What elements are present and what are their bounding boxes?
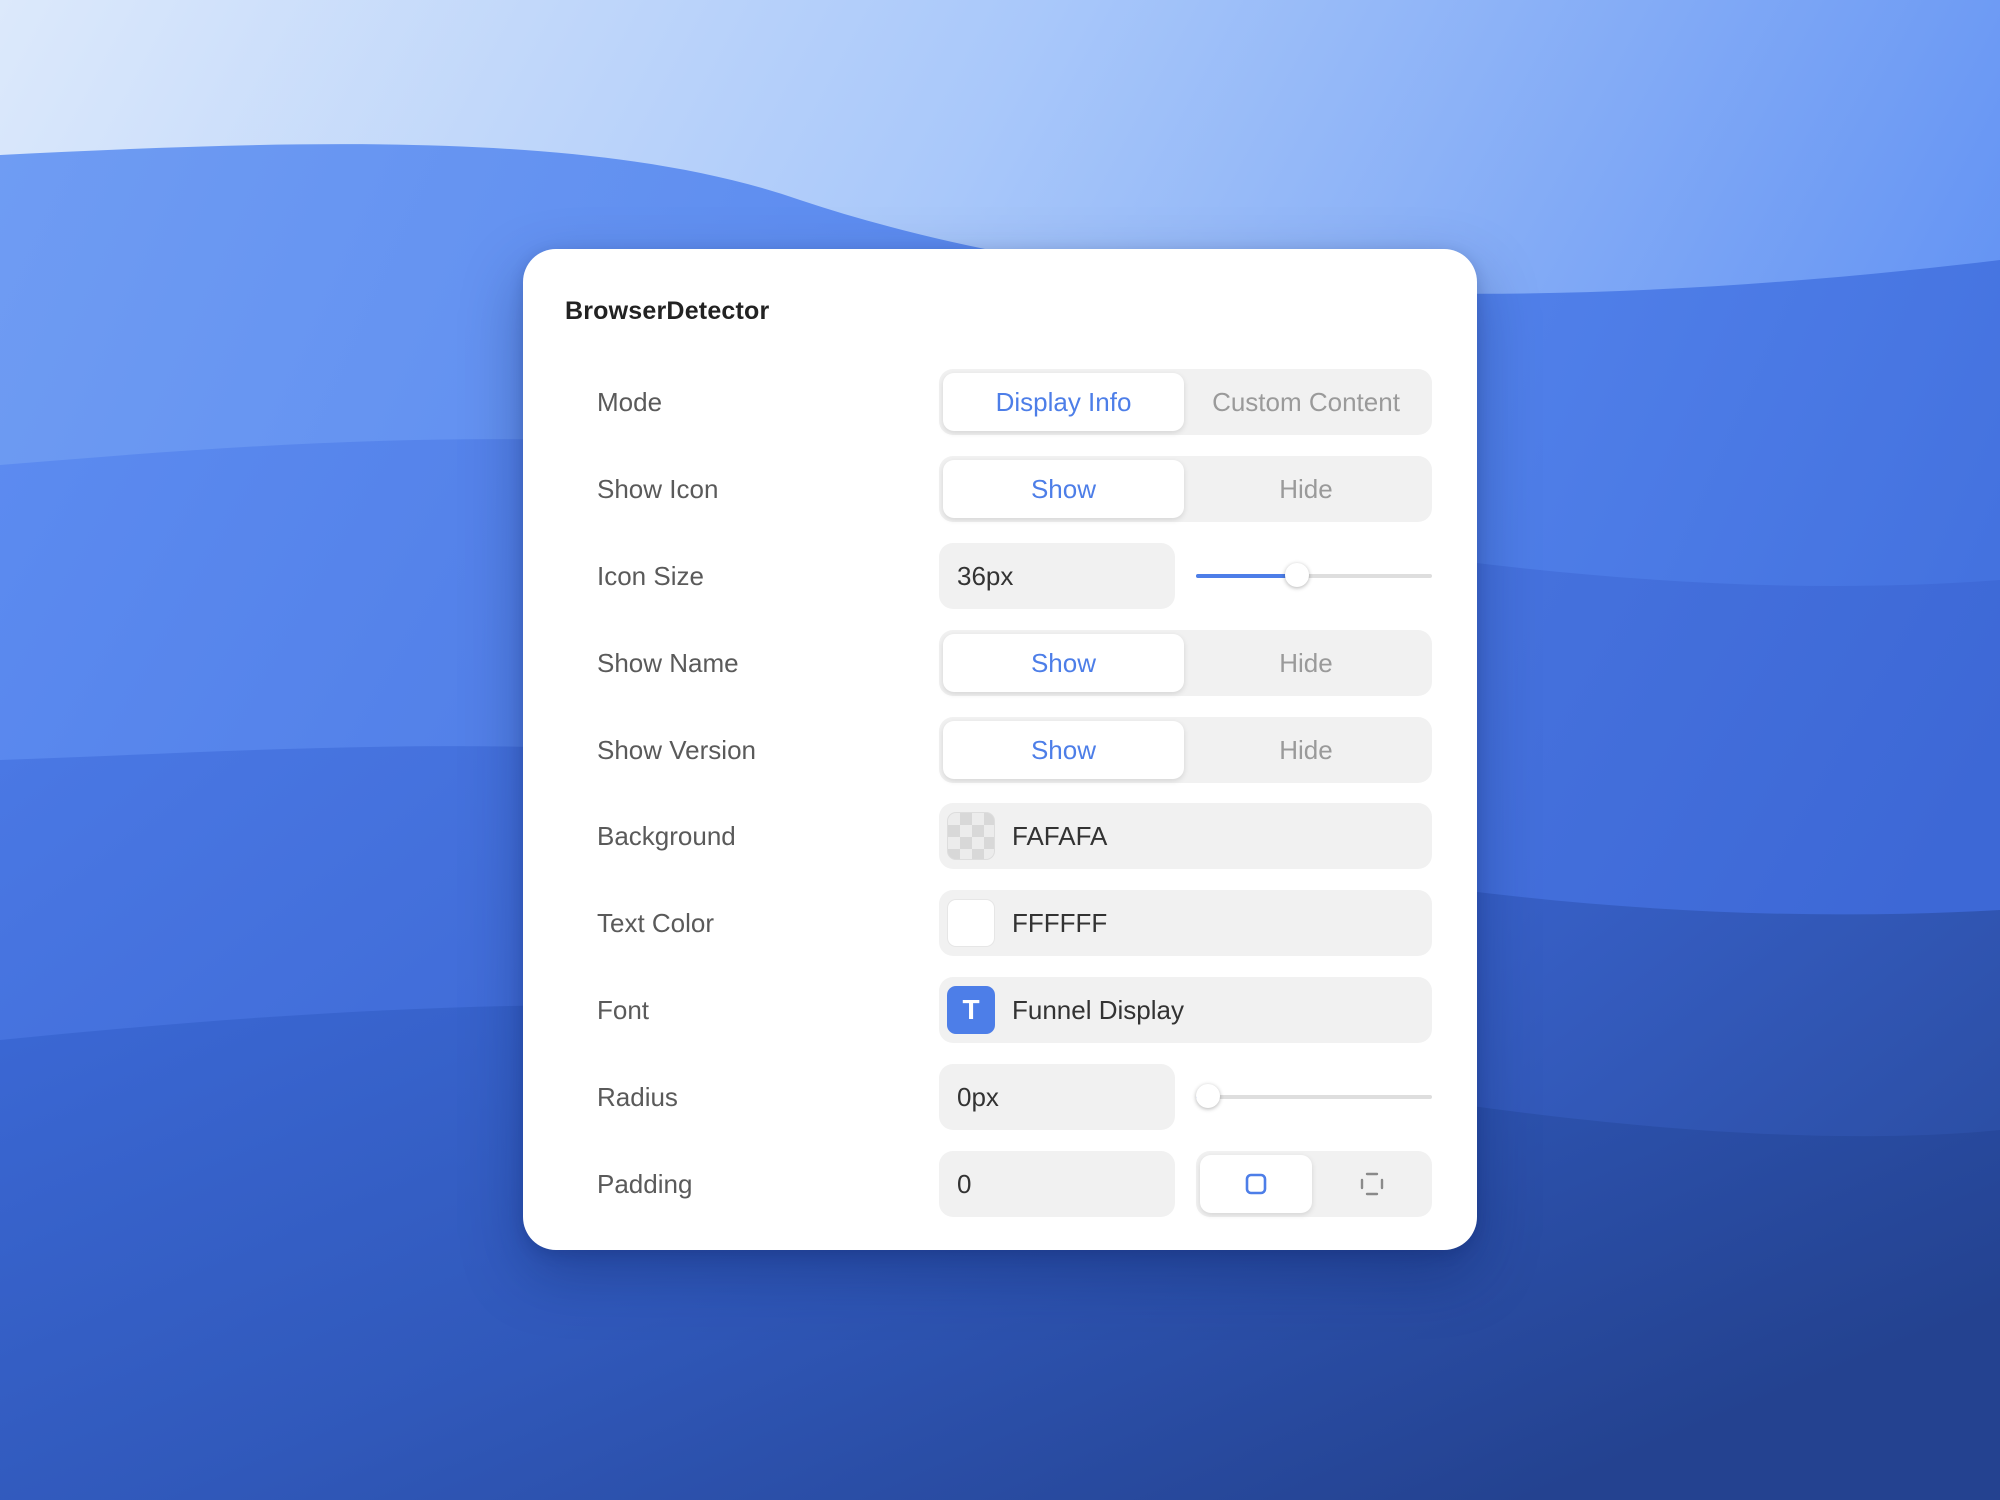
show-version-row: Show Version Show Hide [523,717,1477,783]
text-t-icon: T [947,986,995,1034]
settings-panel: BrowserDetector Mode Display Info Custom… [523,249,1477,1250]
mode-custom-content-option[interactable]: Custom Content [1184,373,1428,431]
mode-label: Mode [597,387,663,417]
show-icon-show-option[interactable]: Show [943,460,1184,518]
mode-row: Mode Display Info Custom Content [523,369,1477,435]
radius-label: Radius [597,1082,678,1112]
padding-row: Padding [523,1151,1477,1217]
show-name-label: Show Name [597,648,739,678]
text-color-row: Text Color FFFFFF [523,890,1477,956]
show-version-show-option[interactable]: Show [943,721,1184,779]
slider-thumb[interactable] [1285,563,1310,587]
text-color-label: Text Color [597,908,715,938]
text-color-value: FFFFFF [1012,908,1108,938]
icon-size-slider[interactable] [1196,563,1432,589]
radius-row: Radius [523,1064,1477,1130]
font-label: Font [597,995,650,1025]
padding-individual-button[interactable] [1316,1155,1428,1213]
font-value: Funnel Display [1012,995,1184,1025]
background-row: Background FAFAFA [523,803,1477,869]
radius-input[interactable] [939,1064,1175,1130]
show-version-label: Show Version [597,735,756,765]
padding-input[interactable] [939,1151,1175,1217]
slider-fill [1196,574,1298,578]
icon-size-input[interactable] [939,543,1175,609]
dashed-square-icon [1360,1172,1384,1196]
font-picker[interactable]: T Funnel Display [939,977,1432,1043]
padding-label: Padding [597,1169,693,1199]
text-color-field[interactable]: FFFFFF [939,890,1432,956]
show-name-row: Show Name Show Hide [523,630,1477,696]
mode-display-info-option[interactable]: Display Info [943,373,1184,431]
background-color-value: FAFAFA [1012,821,1108,851]
radius-slider[interactable] [1196,1084,1432,1110]
padding-mode-toggle [1196,1151,1432,1217]
show-name-show-option[interactable]: Show [943,634,1184,692]
icon-size-row: Icon Size [523,543,1477,609]
show-name-hide-option[interactable]: Hide [1184,634,1428,692]
show-icon-hide-option[interactable]: Hide [1184,460,1428,518]
square-icon [1245,1173,1267,1195]
show-icon-label: Show Icon [597,474,719,504]
background-color-swatch[interactable] [947,812,995,860]
font-row: Font T Funnel Display [523,977,1477,1043]
show-icon-segmented-control: Show Hide [939,456,1432,522]
mode-segmented-control: Display Info Custom Content [939,369,1432,435]
show-icon-row: Show Icon Show Hide [523,456,1477,522]
show-version-segmented-control: Show Hide [939,717,1432,783]
text-color-swatch[interactable] [947,899,995,947]
background-color-field[interactable]: FAFAFA [939,803,1432,869]
show-name-segmented-control: Show Hide [939,630,1432,696]
slider-track [1196,1095,1432,1099]
slider-thumb[interactable] [1196,1084,1220,1108]
show-version-hide-option[interactable]: Hide [1184,721,1428,779]
icon-size-label: Icon Size [597,561,704,591]
background-label: Background [597,821,736,851]
panel-title: BrowserDetector [565,297,770,325]
padding-uniform-button[interactable] [1200,1155,1312,1213]
